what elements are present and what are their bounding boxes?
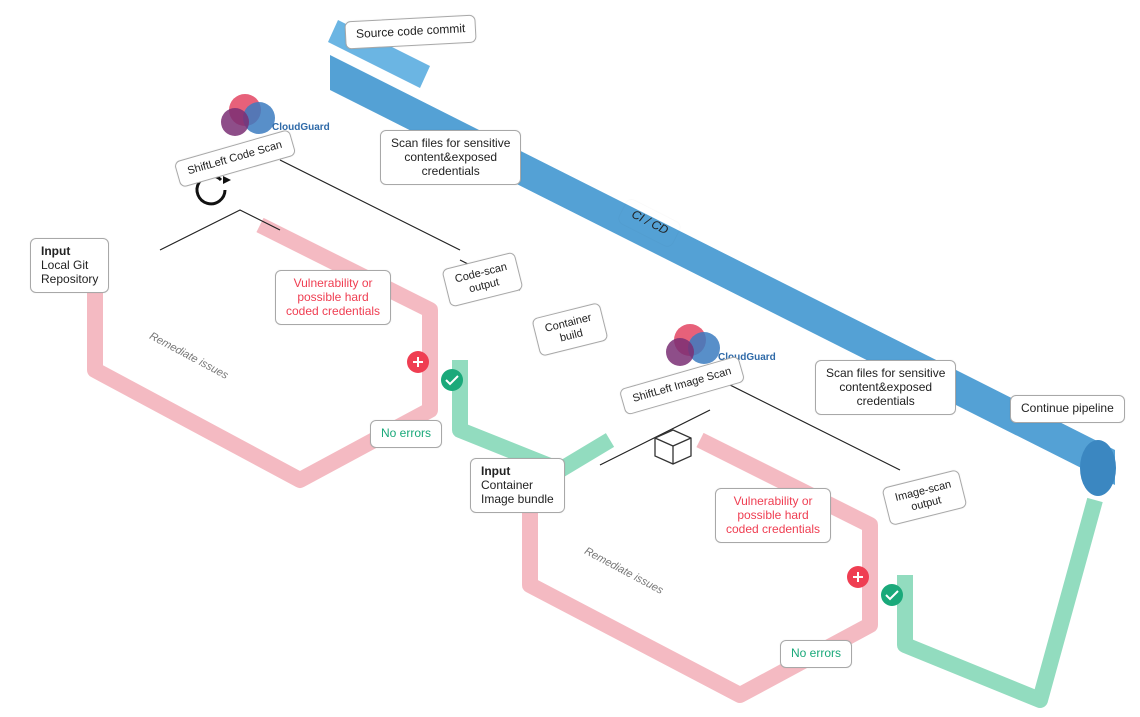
no-errors-image: No errors: [780, 640, 852, 668]
package-icon: [655, 430, 691, 464]
continue-pipeline: Continue pipeline: [1010, 395, 1125, 423]
input-git-title: Input: [41, 244, 70, 258]
input-git-body: Local Git Repository: [41, 258, 98, 286]
scan-desc-1: Scan files for sensitive content&exposed…: [380, 130, 521, 185]
input-git: Input Local Git Repository: [30, 238, 109, 293]
vuln-code: Vulnerability or possible hard coded cre…: [275, 270, 391, 325]
diagram-root: { "pipeline": { "source_commit": "Source…: [0, 0, 1140, 717]
flow-layer: [0, 0, 1140, 717]
input-image: Input Container Image bundle: [470, 458, 565, 513]
no-errors-code: No errors: [370, 420, 442, 448]
cloudguard-logo-2: [666, 324, 720, 366]
cicd-pipe: [328, 20, 1116, 496]
input-image-title: Input: [481, 464, 510, 478]
success-flow-code: [460, 360, 610, 470]
vuln-image: Vulnerability or possible hard coded cre…: [715, 488, 831, 543]
input-image-body: Container Image bundle: [481, 478, 554, 506]
scan-desc-2: Scan files for sensitive content&exposed…: [815, 360, 956, 415]
success-flow-image: [905, 500, 1095, 700]
cloudguard-logo-1: [221, 94, 275, 136]
